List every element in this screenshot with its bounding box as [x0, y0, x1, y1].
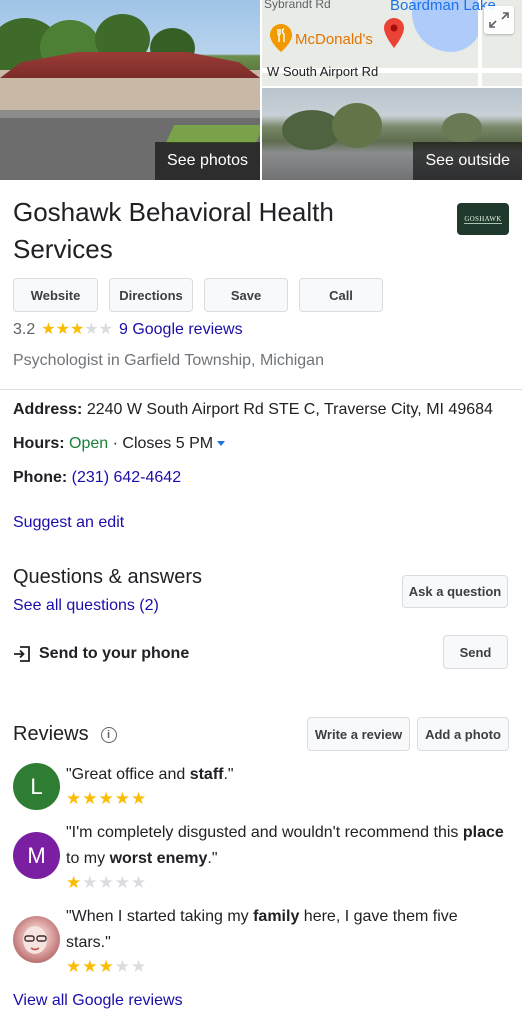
star-empty-icon: ★ — [131, 873, 147, 892]
map-poi-label: McDonald's — [295, 31, 373, 48]
info-icon[interactable]: i — [100, 726, 117, 743]
send-to-phone-icon — [14, 646, 30, 662]
suggest-edit-link[interactable]: Suggest an edit — [13, 514, 124, 532]
map-road-label: W South Airport Rd — [267, 64, 379, 79]
map-thumbnail[interactable]: Sybrandt Rd Boardman Lake McDonald's W S… — [262, 0, 522, 86]
see-photos-button[interactable]: See photos — [155, 142, 260, 180]
rating-summary: 3.2 ★ ★ ★ ★ ★ 9 Google reviews — [13, 321, 243, 339]
rating-stars: ★ ★ ★ ★ ★ — [41, 322, 113, 338]
star-filled-icon: ★ — [98, 957, 114, 976]
ask-question-button[interactable]: Ask a question — [402, 575, 508, 608]
review-stars: ★ ★ ★ ★ ★ — [66, 874, 147, 891]
star-filled-icon: ★ — [82, 789, 98, 808]
star-empty-icon: ★ — [98, 873, 114, 892]
business-name: Goshawk Behavioral Health Services — [13, 197, 334, 264]
hours-separator: · — [112, 435, 118, 452]
star-empty-icon: ★ — [98, 321, 113, 338]
expand-icon — [489, 12, 509, 28]
business-category: Psychologist in Garfield Township, Michi… — [13, 352, 324, 369]
star-filled-icon: ★ — [66, 957, 82, 976]
star-filled-icon: ★ — [55, 321, 70, 338]
qa-heading: Questions & answers — [13, 566, 202, 588]
call-button[interactable]: Call — [299, 278, 383, 312]
avatar[interactable]: M — [13, 832, 60, 879]
star-filled-icon: ★ — [66, 873, 82, 892]
review-stars: ★ ★ ★ ★ ★ — [66, 790, 147, 807]
star-empty-icon: ★ — [131, 957, 147, 976]
see-outside-button[interactable]: See outside — [413, 142, 522, 180]
star-filled-icon: ★ — [98, 789, 114, 808]
phone-row: Phone: (231) 642-4642 — [13, 469, 181, 487]
view-all-reviews-link[interactable]: View all Google reviews — [13, 992, 183, 1010]
rating-value: 3.2 — [13, 321, 36, 338]
reviews-title: Reviews — [13, 723, 89, 745]
directions-button[interactable]: Directions — [109, 278, 193, 312]
star-empty-icon: ★ — [84, 321, 99, 338]
business-logo: GOSHAWK — [457, 203, 509, 235]
google-reviews-link[interactable]: 9 Google reviews — [119, 321, 243, 339]
address-row: Address: 2240 W South Airport Rd STE C, … — [13, 401, 493, 419]
restaurant-pin-icon — [270, 24, 292, 52]
street-view-photo[interactable]: See outside — [262, 88, 522, 180]
review-stars: ★ ★ ★ ★ ★ — [66, 958, 147, 975]
star-filled-icon: ★ — [69, 321, 85, 338]
hours-row: Hours: Open · Closes 5 PM — [13, 435, 226, 453]
map-lake-label: Boardman Lake — [390, 0, 496, 14]
reviews-heading: Reviews i — [13, 723, 117, 746]
star-filled-icon: ★ — [41, 321, 56, 338]
add-photo-button[interactable]: Add a photo — [417, 717, 509, 751]
avatar[interactable] — [13, 916, 60, 963]
avatar[interactable]: L — [13, 763, 60, 810]
star-filled-icon: ★ — [66, 789, 82, 808]
chevron-down-icon[interactable] — [217, 441, 226, 447]
write-review-button[interactable]: Write a review — [307, 717, 410, 751]
photo-strip: See photos Sybrandt Rd Boardman Lake McD… — [0, 0, 522, 180]
star-filled-icon: ★ — [114, 789, 130, 808]
action-buttons: Website Directions Save Call — [13, 278, 383, 312]
send-button[interactable]: Send — [443, 635, 508, 669]
review-text: "When I started taking my family here, I… — [66, 908, 458, 951]
save-button[interactable]: Save — [204, 278, 288, 312]
star-filled-icon: ★ — [131, 789, 147, 808]
expand-map-button[interactable] — [484, 6, 514, 34]
review-text: "I'm completely disgusted and wouldn't r… — [66, 824, 504, 867]
send-to-phone-label: Send to your phone — [39, 645, 190, 662]
location-pin-icon — [384, 18, 404, 48]
address-value: 2240 W South Airport Rd STE C, Traverse … — [86, 401, 493, 418]
closing-time[interactable]: Closes 5 PM — [122, 435, 213, 452]
star-filled-icon: ★ — [82, 957, 98, 976]
website-button[interactable]: Website — [13, 278, 98, 312]
star-empty-icon: ★ — [114, 873, 130, 892]
review-text: "Great office and staff." — [66, 766, 234, 783]
open-status: Open — [69, 435, 109, 452]
see-all-questions-link[interactable]: See all questions (2) — [13, 597, 159, 615]
address-label: Address: — [13, 401, 83, 418]
send-to-phone-row: Send to your phone — [13, 645, 189, 663]
hours-label: Hours: — [13, 435, 65, 452]
map-street-label: Sybrandt Rd — [264, 0, 331, 11]
logo-text: GOSHAWK — [464, 214, 502, 224]
star-empty-icon: ★ — [114, 957, 130, 976]
business-photo[interactable]: See photos — [0, 0, 260, 180]
phone-link[interactable]: (231) 642-4642 — [72, 469, 181, 486]
phone-label: Phone: — [13, 469, 68, 486]
divider — [0, 389, 522, 390]
profile-photo-icon — [23, 926, 47, 954]
star-empty-icon: ★ — [82, 873, 98, 892]
